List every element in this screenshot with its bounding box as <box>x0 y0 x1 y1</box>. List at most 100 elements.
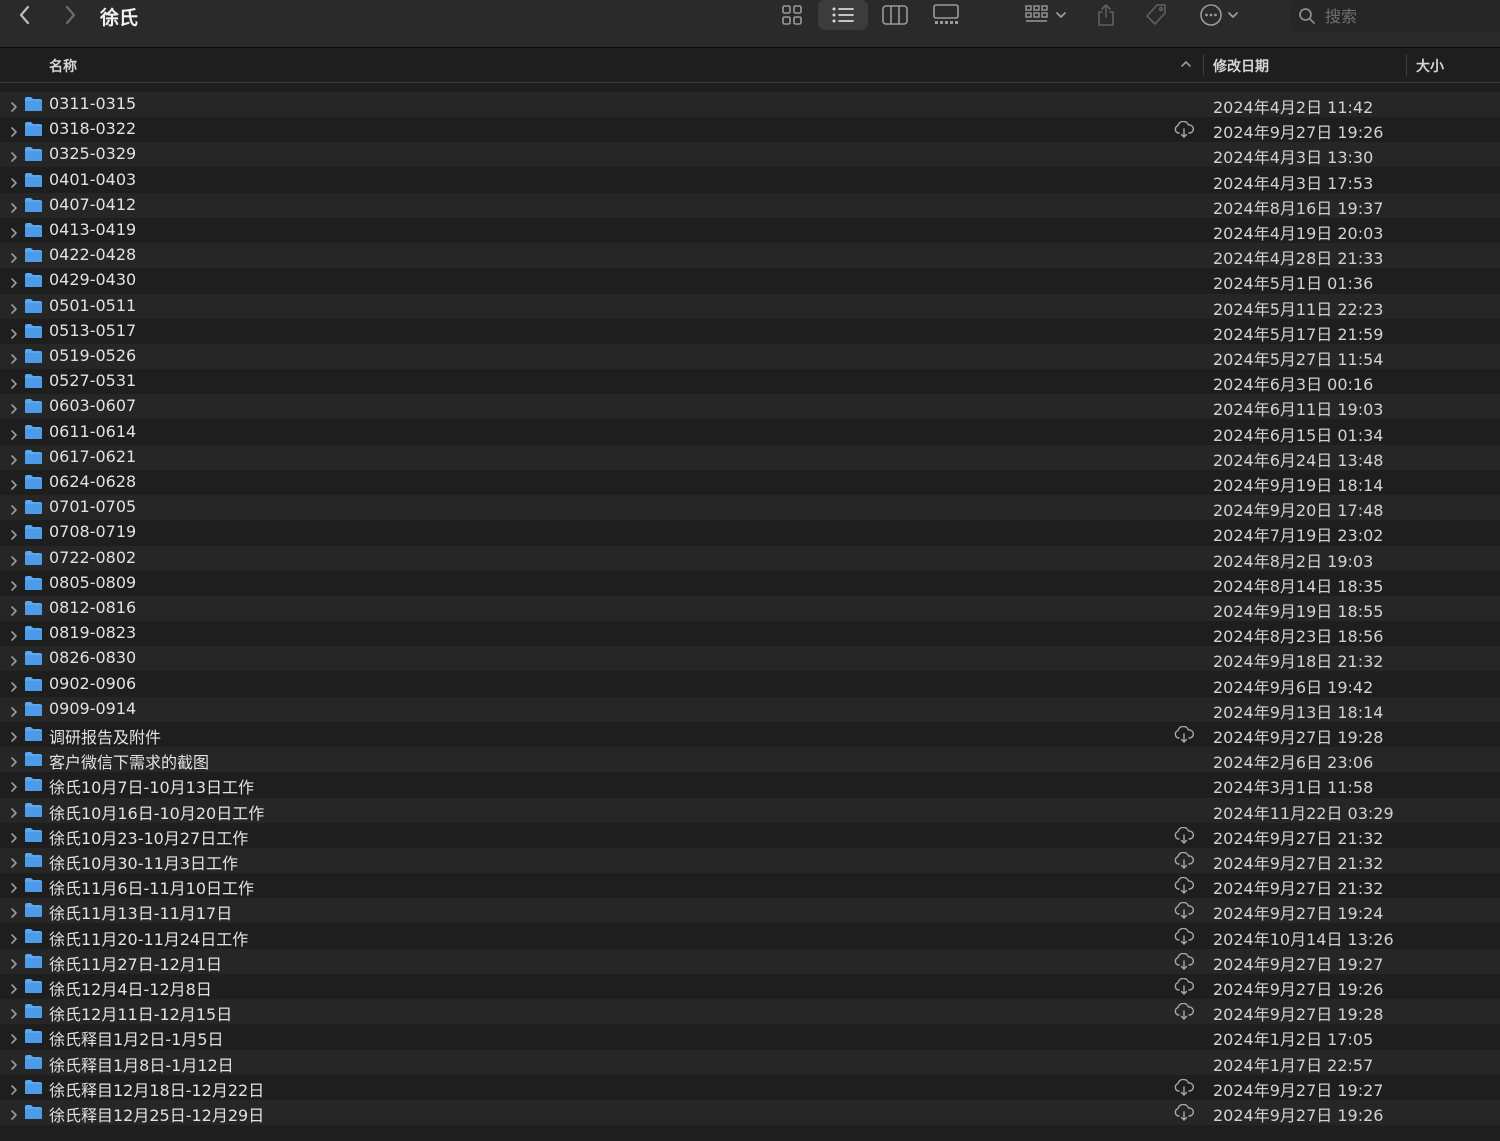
disclosure-triangle-icon[interactable] <box>8 1106 20 1120</box>
disclosure-triangle-icon[interactable] <box>8 904 20 919</box>
list-item[interactable]: 徐氏11月6日-11月10日工作 2024年9月27日 21:32 <box>0 873 1500 898</box>
list-item[interactable]: 徐氏11月27日-12月1日 2024年9月27日 19:27 <box>0 948 1500 974</box>
cloud-download-icon[interactable] <box>1173 876 1195 894</box>
list-item[interactable]: 0826-0830 2024年9月18日 21:32 <box>0 646 1500 672</box>
list-item[interactable]: 徐氏11月13日-11月17日 2024年9月27日 19:24 <box>0 898 1500 924</box>
list-item[interactable]: 徐氏释目12月25日-12月29日 2024年9月27日 19:26 <box>0 1100 1500 1125</box>
list-item[interactable]: 徐氏10月16日-10月20日工作 2024年11月22日 03:29 <box>0 797 1500 823</box>
back-button[interactable] <box>12 2 38 28</box>
list-item[interactable]: 0805-0809 2024年8月14日 18:35 <box>0 571 1500 596</box>
disclosure-triangle-icon[interactable] <box>8 829 20 843</box>
cloud-download-icon[interactable] <box>1173 1103 1195 1121</box>
list-item[interactable]: 0902-0906 2024年9月6日 19:42 <box>0 672 1500 697</box>
cloud-download-icon[interactable] <box>1173 952 1195 970</box>
cloud-download-icon[interactable] <box>1173 927 1195 945</box>
disclosure-triangle-icon[interactable] <box>8 1081 20 1095</box>
list-item[interactable]: 徐氏释目12月18日-12月22日 2024年9月27日 19:27 <box>0 1075 1500 1100</box>
column-view-button[interactable] <box>873 0 917 30</box>
list-item[interactable]: 0722-0802 2024年8月2日 19:03 <box>0 545 1500 571</box>
list-item[interactable]: 0318-0322 2024年9月27日 19:26 <box>0 117 1500 142</box>
list-item[interactable]: 0407-0412 2024年8月16日 19:37 <box>0 192 1500 218</box>
gallery-view-button[interactable] <box>924 0 968 30</box>
list-item[interactable]: 0513-0517 2024年5月17日 21:59 <box>0 319 1500 344</box>
disclosure-triangle-icon[interactable] <box>8 199 20 213</box>
icon-view-button[interactable] <box>770 0 814 30</box>
disclosure-triangle-icon[interactable] <box>8 552 20 566</box>
disclosure-triangle-icon[interactable] <box>8 602 20 616</box>
list-item[interactable]: 0422-0428 2024年4月28日 21:33 <box>0 243 1500 269</box>
cloud-download-icon[interactable] <box>1173 977 1195 995</box>
cloud-download-icon[interactable] <box>1173 725 1195 743</box>
disclosure-triangle-icon[interactable] <box>8 678 20 692</box>
disclosure-triangle-icon[interactable] <box>8 930 20 944</box>
disclosure-triangle-icon[interactable] <box>8 879 20 893</box>
list-item[interactable]: 徐氏11月20-11月24日工作 2024年10月14日 13:26 <box>0 924 1500 949</box>
disclosure-triangle-icon[interactable] <box>8 501 20 515</box>
name-column-header[interactable]: 名称 <box>49 56 77 76</box>
list-item[interactable]: 0311-0315 2024年4月2日 11:42 <box>0 92 1500 117</box>
disclosure-triangle-icon[interactable] <box>8 123 20 137</box>
list-item[interactable]: 0617-0621 2024年6月24日 13:48 <box>0 444 1500 470</box>
share-button[interactable] <box>1092 0 1120 30</box>
list-item[interactable]: 0413-0419 2024年4月19日 20:03 <box>0 218 1500 243</box>
disclosure-triangle-icon[interactable] <box>8 577 20 591</box>
disclosure-triangle-icon[interactable] <box>8 375 20 389</box>
disclosure-triangle-icon[interactable] <box>8 274 20 289</box>
cloud-download-icon[interactable] <box>1173 902 1195 920</box>
disclosure-triangle-icon[interactable] <box>8 1005 20 1019</box>
disclosure-triangle-icon[interactable] <box>8 728 20 742</box>
disclosure-triangle-icon[interactable] <box>8 778 20 793</box>
tag-button[interactable] <box>1140 0 1172 30</box>
list-item[interactable]: 0819-0823 2024年8月23日 18:56 <box>0 621 1500 646</box>
list-item[interactable]: 调研报告及附件 2024年9月27日 19:28 <box>0 722 1500 747</box>
disclosure-triangle-icon[interactable] <box>8 325 20 339</box>
disclosure-triangle-icon[interactable] <box>8 148 20 163</box>
list-item[interactable]: 徐氏10月23-10月27日工作 2024年9月27日 21:32 <box>0 823 1500 848</box>
list-item[interactable]: 客户微信下需求的截图 2024年2月6日 23:06 <box>0 747 1500 773</box>
disclosure-triangle-icon[interactable] <box>8 652 20 667</box>
disclosure-triangle-icon[interactable] <box>8 804 20 818</box>
column-divider[interactable] <box>1406 54 1407 76</box>
list-item[interactable]: 0325-0329 2024年4月3日 13:30 <box>0 142 1500 168</box>
list-item[interactable]: 0527-0531 2024年6月3日 00:16 <box>0 369 1500 394</box>
disclosure-triangle-icon[interactable] <box>8 451 20 465</box>
cloud-download-icon[interactable] <box>1173 826 1195 844</box>
list-item[interactable]: 0401-0403 2024年4月3日 17:53 <box>0 168 1500 193</box>
list-item[interactable]: 徐氏10月7日-10月13日工作 2024年3月1日 11:58 <box>0 772 1500 797</box>
list-item[interactable]: 0624-0628 2024年9月19日 18:14 <box>0 470 1500 495</box>
disclosure-triangle-icon[interactable] <box>8 174 20 188</box>
list-item[interactable]: 0909-0914 2024年9月13日 18:14 <box>0 696 1500 722</box>
list-item[interactable]: 0708-0719 2024年7月19日 23:02 <box>0 520 1500 545</box>
search-input[interactable] <box>1323 5 1487 27</box>
disclosure-triangle-icon[interactable] <box>8 426 20 440</box>
more-actions-button[interactable] <box>1194 0 1244 30</box>
search-field[interactable] <box>1290 0 1500 32</box>
disclosure-triangle-icon[interactable] <box>8 1030 20 1045</box>
list-view-button[interactable] <box>818 0 868 30</box>
disclosure-triangle-icon[interactable] <box>8 753 20 767</box>
cloud-download-icon[interactable] <box>1173 851 1195 869</box>
forward-button[interactable] <box>57 2 83 28</box>
list-item[interactable]: 0611-0614 2024年6月15日 01:34 <box>0 420 1500 445</box>
list-item[interactable]: 0812-0816 2024年9月19日 18:55 <box>0 596 1500 621</box>
list-item[interactable]: 徐氏释目1月2日-1月5日 2024年1月2日 17:05 <box>0 1024 1500 1049</box>
disclosure-triangle-icon[interactable] <box>8 98 20 112</box>
list-item[interactable]: 徐氏10月30-11月3日工作 2024年9月27日 21:32 <box>0 848 1500 873</box>
list-item[interactable]: 徐氏12月11日-12月15日 2024年9月27日 19:28 <box>0 999 1500 1025</box>
disclosure-triangle-icon[interactable] <box>8 955 20 969</box>
cloud-download-icon[interactable] <box>1173 1002 1195 1020</box>
list-item[interactable]: 0501-0511 2024年5月11日 22:23 <box>0 293 1500 319</box>
disclosure-triangle-icon[interactable] <box>8 300 20 314</box>
cloud-download-icon[interactable] <box>1173 1078 1195 1096</box>
disclosure-triangle-icon[interactable] <box>8 350 20 364</box>
list-item[interactable]: 0701-0705 2024年9月20日 17:48 <box>0 495 1500 521</box>
group-button[interactable] <box>1020 0 1072 30</box>
disclosure-triangle-icon[interactable] <box>8 854 20 868</box>
cloud-download-icon[interactable] <box>1173 120 1195 138</box>
list-item[interactable]: 0429-0430 2024年5月1日 01:36 <box>0 268 1500 293</box>
list-item[interactable]: 0519-0526 2024年5月27日 11:54 <box>0 344 1500 369</box>
disclosure-triangle-icon[interactable] <box>8 980 20 994</box>
disclosure-triangle-icon[interactable] <box>8 526 20 541</box>
disclosure-triangle-icon[interactable] <box>8 249 20 263</box>
list-item[interactable]: 徐氏12月4日-12月8日 2024年9月27日 19:26 <box>0 974 1500 999</box>
